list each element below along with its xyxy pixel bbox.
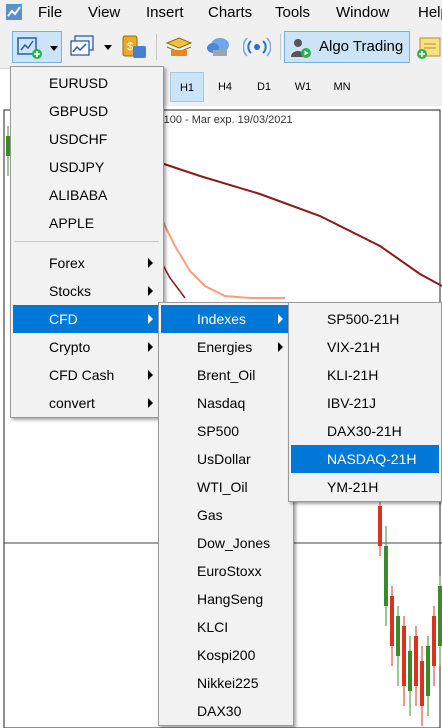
menu-item-eurusd[interactable]: EURUSD bbox=[13, 69, 161, 97]
menu-item-alibaba[interactable]: ALIBABA bbox=[13, 181, 161, 209]
profiles-button[interactable] bbox=[68, 31, 118, 63]
menu-tools[interactable]: Tools bbox=[275, 4, 310, 21]
menu-item-gbpusd[interactable]: GBPUSD bbox=[13, 97, 161, 125]
menu-item-nasdaq[interactable]: Nasdaq bbox=[161, 389, 291, 417]
navigator-icon bbox=[165, 37, 193, 56]
menu-item-wti-oil[interactable]: WTI_Oil bbox=[161, 473, 291, 501]
menu-item-brent-oil[interactable]: Brent_Oil bbox=[161, 361, 291, 389]
menu-view[interactable]: View bbox=[88, 4, 120, 21]
menu-item-usdchf[interactable]: USDCHF bbox=[13, 125, 161, 153]
timeframe-d1[interactable]: D1 bbox=[247, 72, 281, 102]
menu-insert[interactable]: Insert bbox=[146, 4, 184, 21]
menu-charts[interactable]: Charts bbox=[208, 4, 252, 21]
submenu-arrow-icon bbox=[148, 258, 153, 268]
menu-item-dow-jones[interactable]: Dow_Jones bbox=[161, 529, 291, 557]
timeframe-mn[interactable]: MN bbox=[325, 72, 359, 102]
submenu-arrow-icon bbox=[278, 314, 283, 324]
menu-item-sp500[interactable]: SP500 bbox=[161, 417, 291, 445]
menu-item-vix-21h[interactable]: VIX-21H bbox=[291, 333, 439, 361]
menu-help[interactable]: Help bbox=[418, 4, 442, 21]
toolbar-separator bbox=[156, 34, 157, 60]
menu-item-cfd[interactable]: CFD bbox=[13, 305, 161, 333]
menu-file[interactable]: File bbox=[38, 4, 62, 21]
menu-item-convert[interactable]: convert bbox=[13, 389, 161, 417]
dollar-coins-icon: $ bbox=[122, 35, 146, 58]
menu-item-indexes[interactable]: Indexes bbox=[161, 305, 291, 333]
new-chart-button[interactable] bbox=[12, 31, 62, 63]
menu-item-dax30-21h[interactable]: DAX30-21H bbox=[291, 417, 439, 445]
chevron-down-icon bbox=[50, 46, 58, 51]
symbols-menu: EURUSD GBPUSD USDCHF USDJPY ALIBABA APPL… bbox=[10, 66, 164, 418]
submenu-arrow-icon bbox=[148, 342, 153, 352]
market-watch-button[interactable]: $ bbox=[120, 31, 150, 63]
new-chart-icon bbox=[17, 37, 42, 59]
menu-item-usdjpy[interactable]: USDJPY bbox=[13, 153, 161, 181]
menu-item-ym-21h[interactable]: YM-21H bbox=[291, 473, 439, 501]
algo-trading-icon bbox=[291, 39, 311, 58]
new-order-button[interactable] bbox=[414, 31, 442, 63]
indexes-submenu: SP500-21H VIX-21H KLI-21H IBV-21J DAX30-… bbox=[288, 302, 442, 502]
submenu-arrow-icon bbox=[148, 398, 153, 408]
menu-item-nasdaq-21h[interactable]: NASDAQ-21H bbox=[291, 445, 439, 473]
profiles-icon bbox=[70, 35, 94, 56]
moving-average-line-light bbox=[159, 215, 285, 299]
menu-item-klci[interactable]: KLCI bbox=[161, 613, 291, 641]
navigator-button[interactable] bbox=[162, 31, 196, 63]
menu-bar: File View Insert Charts Tools Window Hel… bbox=[0, 0, 442, 26]
menu-item-kli-21h[interactable]: KLI-21H bbox=[291, 361, 439, 389]
menu-item-crypto[interactable]: Crypto bbox=[13, 333, 161, 361]
menu-item-sp500-21h[interactable]: SP500-21H bbox=[291, 305, 439, 333]
menu-item-forex[interactable]: Forex bbox=[13, 249, 161, 277]
menu-item-eurostoxx[interactable]: EuroStoxx bbox=[161, 557, 291, 585]
cloud-icon bbox=[207, 38, 229, 56]
menu-item-nikkei225[interactable]: Nikkei225 bbox=[161, 669, 291, 697]
cloud-button[interactable] bbox=[202, 31, 236, 63]
cfd-submenu: Indexes Energies Brent_Oil Nasdaq SP500 … bbox=[158, 302, 294, 726]
menu-item-kospi200[interactable]: Kospi200 bbox=[161, 641, 291, 669]
submenu-arrow-icon bbox=[148, 314, 153, 324]
broadcast-icon bbox=[243, 37, 271, 57]
menu-item-stocks[interactable]: Stocks bbox=[13, 277, 161, 305]
timeframe-w1[interactable]: W1 bbox=[286, 72, 320, 102]
toolbar-separator bbox=[280, 34, 281, 60]
chevron-down-icon bbox=[104, 45, 112, 50]
menu-item-hangseng[interactable]: HangSeng bbox=[161, 585, 291, 613]
submenu-arrow-icon bbox=[148, 370, 153, 380]
timeframe-h4[interactable]: H4 bbox=[208, 72, 242, 102]
svg-text:$: $ bbox=[127, 41, 133, 53]
signals-button[interactable] bbox=[240, 31, 274, 63]
submenu-arrow-icon bbox=[148, 286, 153, 296]
menu-separator bbox=[15, 241, 159, 242]
menu-item-dax30[interactable]: DAX30 bbox=[161, 697, 291, 725]
menu-item-usdollar[interactable]: UsDollar bbox=[161, 445, 291, 473]
moving-average-line-dark bbox=[139, 155, 442, 287]
menu-item-gas[interactable]: Gas bbox=[161, 501, 291, 529]
menu-item-energies[interactable]: Energies bbox=[161, 333, 291, 361]
menu-item-ibv-21j[interactable]: IBV-21J bbox=[291, 389, 439, 417]
submenu-arrow-icon bbox=[278, 342, 283, 352]
new-order-icon bbox=[417, 37, 441, 59]
algo-trading-label: Algo Trading bbox=[319, 38, 404, 55]
menu-item-apple[interactable]: APPLE bbox=[13, 209, 161, 237]
app-icon bbox=[6, 4, 22, 20]
toolbar: $ Algo Trading bbox=[0, 26, 442, 69]
algo-trading-button[interactable]: Algo Trading bbox=[284, 31, 410, 63]
timeframes-bar: H1 H4 D1 W1 MN bbox=[160, 68, 442, 106]
menu-item-cfd-cash[interactable]: CFD Cash bbox=[13, 361, 161, 389]
menu-window[interactable]: Window bbox=[336, 4, 389, 21]
timeframe-h1[interactable]: H1 bbox=[170, 72, 204, 102]
